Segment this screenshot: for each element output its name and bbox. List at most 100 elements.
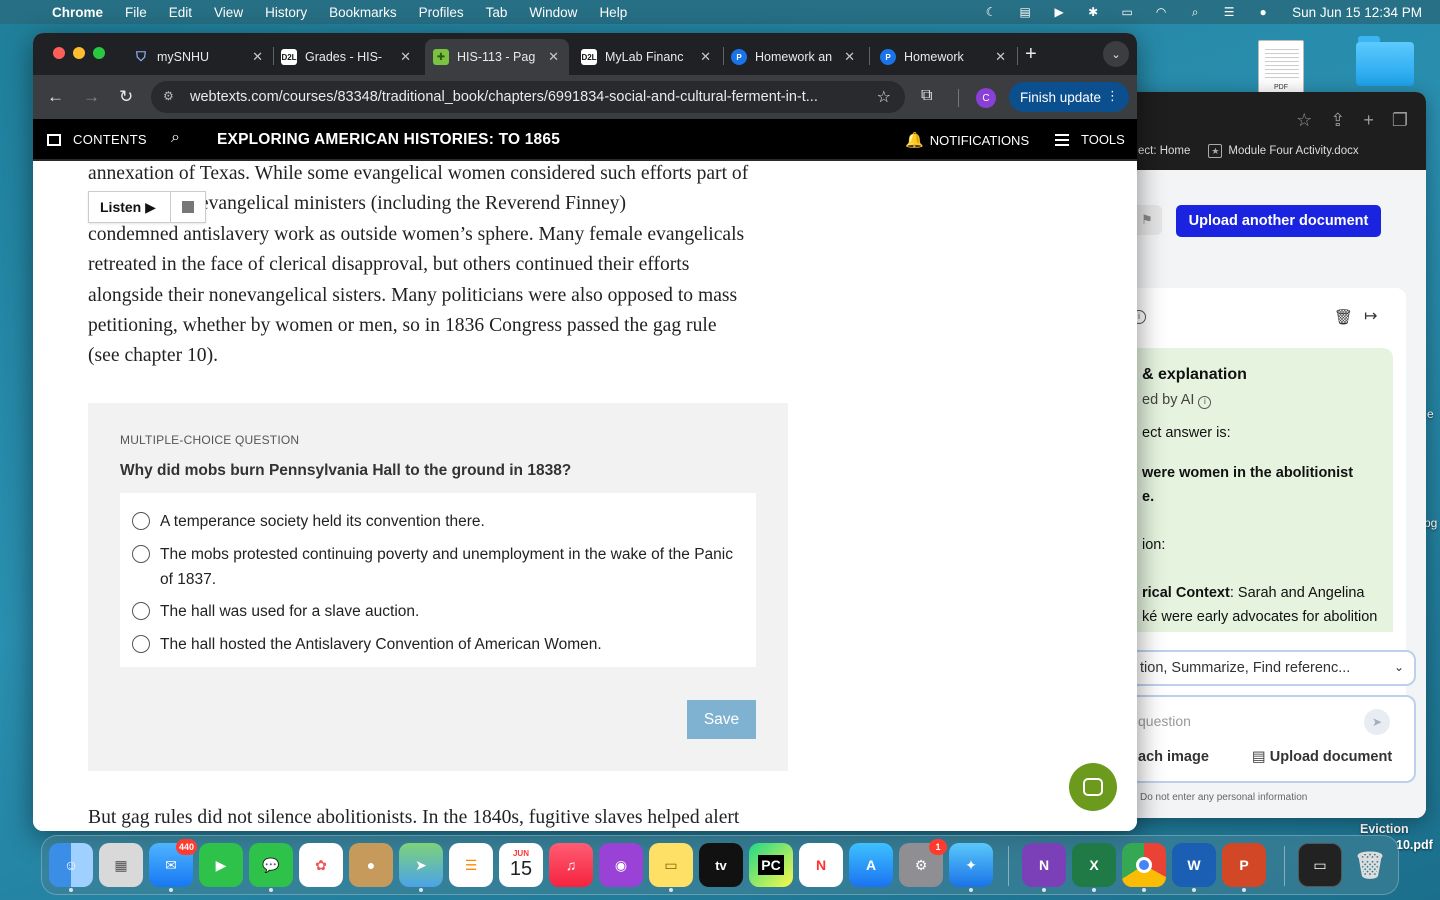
share-icon[interactable]: ⇪	[1330, 110, 1345, 131]
wifi-icon[interactable]: ◠	[1152, 5, 1170, 19]
search-icon[interactable]: ⌕	[1186, 5, 1204, 19]
mail-app[interactable]: ✉ 440	[149, 839, 197, 887]
tab-homework[interactable]: P Homework ✕	[880, 39, 1016, 75]
messages-icon[interactable]: 💬	[249, 843, 293, 887]
system-settings-app[interactable]: ⚙ 1	[899, 839, 947, 887]
photos-icon[interactable]: ✿	[299, 843, 343, 887]
trash-icon[interactable]: 🗑	[1334, 308, 1353, 326]
option-b[interactable]: The mobs protested continuing poverty an…	[132, 542, 740, 592]
trash-icon[interactable]: 🗑	[1348, 843, 1392, 887]
menu-history[interactable]: History	[265, 5, 307, 20]
finish-update-button[interactable]: Finish update ⋮	[1009, 82, 1129, 112]
radio-button[interactable]	[132, 512, 150, 530]
contacts-icon[interactable]: ●	[349, 843, 393, 887]
address-bar[interactable]: ⚙ webtexts.com/courses/83348/traditional…	[151, 81, 905, 113]
close-icon[interactable]: ✕	[548, 49, 559, 65]
chat-support-button[interactable]	[1069, 763, 1117, 811]
send-icon[interactable]: ➤	[1364, 709, 1390, 735]
contents-button[interactable]: CONTENTS	[47, 132, 147, 147]
pycharm-icon[interactable]: PC	[749, 843, 793, 887]
app-store-icon[interactable]: A	[849, 843, 893, 887]
option-c[interactable]: The hall was used for a slave auction.	[132, 599, 740, 624]
tab-his113[interactable]: ✚ HIS-113 - Pag ✕	[425, 39, 569, 75]
menu-file[interactable]: File	[125, 5, 147, 20]
notes-icon[interactable]: ▭	[649, 843, 693, 887]
play-icon[interactable]: ▶	[1050, 5, 1068, 19]
maps-icon[interactable]: ➤	[399, 843, 443, 887]
forward-arrow-icon[interactable]: →	[83, 87, 100, 107]
podcasts-icon[interactable]: ◉	[599, 843, 643, 887]
radio-button[interactable]	[132, 545, 150, 563]
close-icon[interactable]: ✕	[995, 49, 1006, 65]
menu-bookmarks[interactable]: Bookmarks	[329, 5, 397, 20]
option-a[interactable]: A temperance society held its convention…	[132, 509, 740, 534]
launchpad-icon[interactable]: ▦	[99, 843, 143, 887]
tab-mylab-finance[interactable]: D2L MyLab Financ ✕	[581, 39, 721, 75]
notifications-button[interactable]: 🔔 NOTIFICATIONS	[905, 131, 1029, 149]
desktop-pdf-file-icon[interactable]: PDF	[1258, 40, 1304, 94]
star-icon[interactable]: ☆	[1296, 110, 1312, 131]
menu-tab[interactable]: Tab	[486, 5, 508, 20]
save-button[interactable]: Save	[687, 700, 756, 739]
listen-button[interactable]: Listen ▶	[89, 192, 171, 222]
menu-help[interactable]: Help	[599, 5, 627, 20]
menu-view[interactable]: View	[214, 5, 243, 20]
extensions-icon[interactable]: ⧉	[921, 87, 932, 105]
tab-mysnhu[interactable]: ⛉ mySNHU ✕	[133, 39, 273, 75]
upload-document-button[interactable]: ▤ Upload document	[1252, 749, 1392, 765]
bookmark-module-four[interactable]: ★ Module Four Activity.docx	[1208, 144, 1359, 158]
finder-icon[interactable]: ☺	[49, 843, 93, 887]
close-icon[interactable]: ✕	[252, 49, 263, 65]
close-window-button[interactable]	[53, 47, 65, 59]
facetime-icon[interactable]: ▶	[199, 843, 243, 887]
calendar-app[interactable]: JUN 15	[499, 843, 543, 887]
bluetooth-icon[interactable]: ✱	[1084, 5, 1102, 19]
site-settings-icon[interactable]: ⚙	[163, 89, 174, 103]
exit-panel-icon[interactable]: ↦	[1364, 306, 1377, 326]
reminders-icon[interactable]: ☰	[449, 843, 493, 887]
word-icon[interactable]: W	[1172, 843, 1216, 887]
desktop-folder-icon[interactable]	[1356, 36, 1414, 86]
back-arrow-icon[interactable]: ←	[47, 87, 64, 107]
close-icon[interactable]: ✕	[844, 49, 855, 65]
battery-icon[interactable]: ▭	[1118, 5, 1136, 19]
apple-tv-icon[interactable]: tv	[699, 843, 743, 887]
menu-clock[interactable]: Sun Jun 15 12:34 PM	[1292, 5, 1422, 20]
terminal-window-icon[interactable]: ▭	[1298, 843, 1342, 887]
menu-app-name[interactable]: Chrome	[52, 5, 103, 20]
close-icon[interactable]: ✕	[400, 49, 411, 65]
attach-image-button[interactable]: ach image	[1138, 749, 1209, 765]
excel-icon[interactable]: X	[1072, 843, 1116, 887]
tabs-icon[interactable]: ❐	[1392, 110, 1408, 131]
profile-avatar[interactable]: C	[976, 88, 996, 108]
reading-page[interactable]: annexation of Texas. While some evangeli…	[33, 161, 1137, 831]
tab-search-chevron-icon[interactable]: ⌄	[1103, 41, 1129, 67]
moon-icon[interactable]: ☾	[982, 5, 1000, 19]
chrome-icon[interactable]	[1122, 843, 1166, 887]
powerpoint-icon[interactable]: P	[1222, 843, 1266, 887]
onenote-icon[interactable]: N	[1022, 843, 1066, 887]
plus-icon[interactable]: +	[1363, 110, 1374, 131]
music-icon[interactable]: ♫	[549, 843, 593, 887]
radio-button[interactable]	[132, 635, 150, 653]
keyboard-icon[interactable]: ▤	[1016, 5, 1034, 19]
stop-icon[interactable]	[182, 201, 194, 213]
new-tab-plus-icon[interactable]: +	[1025, 43, 1037, 66]
siri-icon[interactable]: ●	[1254, 5, 1272, 19]
bookmark-star-icon[interactable]: ☆	[877, 87, 891, 107]
search-icon[interactable]: ⌕	[171, 129, 180, 147]
question-input-box[interactable]: question ➤ ach image ▤ Upload document	[1116, 695, 1416, 783]
menu-edit[interactable]: Edit	[169, 5, 192, 20]
ai-action-select[interactable]: tion, Summarize, Find referenc... ⌄	[1116, 650, 1416, 686]
close-icon[interactable]: ✕	[700, 49, 711, 65]
chrome-window[interactable]: ⛉ mySNHU ✕ D2L Grades - HIS- ✕ ✚ HIS-113…	[33, 33, 1137, 831]
bookmark-home[interactable]: ect: Home	[1138, 145, 1190, 157]
zoom-window-button[interactable]	[93, 47, 105, 59]
radio-button[interactable]	[132, 602, 150, 620]
question-input-placeholder[interactable]: question	[1138, 713, 1191, 729]
upload-another-document-button[interactable]: Upload another document	[1176, 205, 1381, 237]
tab-grades[interactable]: D2L Grades - HIS- ✕	[281, 39, 421, 75]
option-d[interactable]: The hall hosted the Antislavery Conventi…	[132, 632, 740, 657]
minimize-window-button[interactable]	[73, 47, 85, 59]
tab-homework-answers[interactable]: P Homework an ✕	[731, 39, 865, 75]
